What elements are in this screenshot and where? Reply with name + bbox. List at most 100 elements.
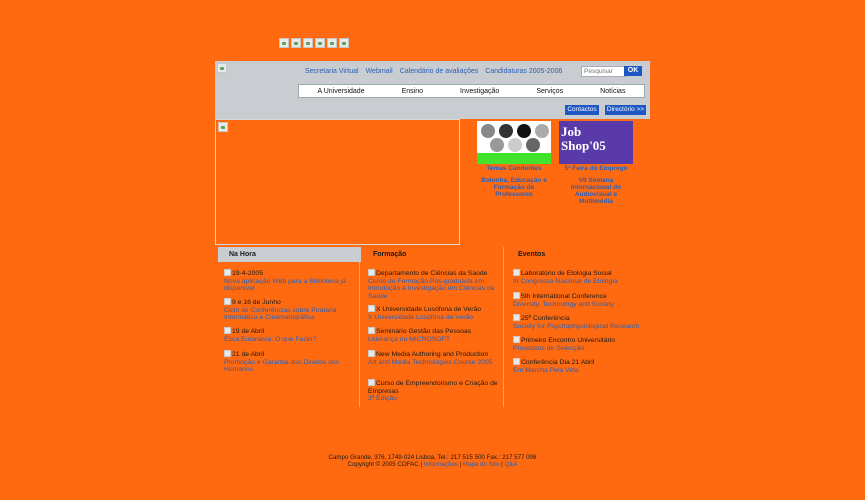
broken-image-icon[interactable] — [339, 38, 349, 48]
news-title: Conferência Dia 21 Abril — [521, 359, 595, 366]
decor-dot — [481, 124, 495, 138]
news-link[interactable]: Ciclo de Conferências sobre Pirataria In… — [224, 307, 354, 322]
bullet-icon — [513, 292, 520, 299]
broken-image-icon[interactable] — [315, 38, 325, 48]
bullet-icon — [513, 358, 520, 365]
news-link[interactable]: Processos de Selecção — [513, 345, 643, 353]
link-webmail[interactable]: Webmail — [366, 68, 393, 75]
link-calendario[interactable]: Calendário de avaliações — [400, 68, 479, 75]
news-link[interactable]: III Congresso Nacional de Etologia — [513, 278, 643, 286]
footer-copyright-line: Copyright © 2005 COFAC | Informações | M… — [347, 461, 518, 468]
decor-dot — [517, 124, 531, 138]
job-shop-image-text: Shop'05 — [561, 138, 606, 153]
search-ok-button[interactable]: OK — [624, 66, 642, 76]
footer-link-informacoes[interactable]: Informações — [424, 461, 458, 468]
decor-dot — [526, 138, 540, 152]
job-shop-image-text: Job — [561, 124, 582, 139]
bullet-icon — [513, 269, 520, 276]
column-formacao: Formação Departamento de Ciências da Saú… — [362, 247, 505, 402]
promo-title[interactable]: Temas Candentes — [477, 165, 551, 172]
news-title: Seminário Gestão das Pessoas — [376, 328, 472, 335]
column-na-hora: Na Hora 19-4-2005 Nova aplicação Web par… — [218, 247, 361, 373]
decor-green-bar — [477, 153, 551, 164]
news-title: Laboratório de Etologia Social — [521, 270, 612, 277]
footer-link-mapa[interactable]: Mapa do Site — [463, 461, 499, 468]
bullet-icon — [368, 350, 375, 357]
contactos-button[interactable]: Contactos — [565, 105, 599, 115]
news-link[interactable]: Ética Eutanásia: O que Fazer? — [224, 336, 354, 344]
news-title: New Media Authoring and Production — [376, 351, 489, 358]
broken-image-icon[interactable] — [279, 38, 289, 48]
news-link[interactable]: X Universidade Lusófona de Verão — [368, 314, 498, 322]
bullet-icon — [368, 269, 375, 276]
job-shop-image[interactable]: Job Shop'05 — [559, 121, 633, 164]
nav-universidade[interactable]: A Universidade — [318, 88, 365, 95]
news-item[interactable]: New Media Authoring and Production Art a… — [368, 350, 498, 366]
news-item[interactable]: 19 de Abril Ética Eutanásia: O que Fazer… — [224, 327, 354, 343]
news-title: 5th International Conference — [521, 293, 607, 300]
bullet-icon — [224, 350, 231, 357]
column-heading: Formação — [373, 251, 407, 258]
top-image-strip — [279, 38, 349, 48]
news-link[interactable]: Curso de Formação Pós-graduada em Introd… — [368, 278, 498, 301]
promo-text[interactable]: VII Semana Internacional do Audiovisual … — [571, 177, 621, 205]
news-title: Primeiro Encontro Universitário — [521, 337, 616, 344]
nav-noticias[interactable]: Notícias — [600, 88, 625, 95]
broken-image-icon[interactable] — [327, 38, 337, 48]
news-title: 19-4-2005 — [232, 270, 263, 277]
bullet-icon — [224, 269, 231, 276]
news-item[interactable]: Seminário Gestão das Pessoas Liderança n… — [368, 327, 498, 343]
news-title: 25ª Conferência — [521, 315, 570, 322]
news-link[interactable]: Diversity, Technology and Society — [513, 301, 643, 309]
news-item[interactable]: 5th International Conference Diversity, … — [513, 292, 643, 308]
news-item[interactable]: Conferência Dia 21 Abril Em Marcha Pela … — [513, 358, 643, 374]
decor-dot — [508, 138, 522, 152]
nav-ensino[interactable]: Ensino — [402, 88, 423, 95]
main-nav: A Universidade Ensino Investigação Servi… — [298, 84, 645, 98]
news-item[interactable]: 19-4-2005 Nova aplicação Web para a Bibl… — [224, 269, 354, 293]
column-heading: Na Hora — [218, 247, 361, 262]
broken-image-icon[interactable] — [291, 38, 301, 48]
news-link[interactable]: Society for Psychophysiological Research — [513, 323, 643, 331]
decor-dot — [535, 124, 549, 138]
footer-address: Campo Grande, 376, 1749-024 Lisboa, Tel.… — [328, 454, 537, 461]
promo-text[interactable]: Bolonha, Educação e Formação de Professo… — [481, 177, 547, 198]
banner-broken-image-icon[interactable] — [218, 122, 228, 132]
news-item[interactable]: 25ª Conferência Society for Psychophysio… — [513, 314, 643, 330]
promo-job-shop[interactable]: Job Shop'05 5ª Feira do Emprego VII Sema… — [559, 121, 633, 205]
nav-servicos[interactable]: Serviços — [536, 88, 563, 95]
news-item[interactable]: X Universidade Lusófona de Verão X Unive… — [368, 305, 498, 321]
footer-link-qa[interactable]: Q&A — [504, 461, 517, 468]
bullet-icon — [224, 298, 231, 305]
directorio-button[interactable]: Directório >> — [605, 105, 646, 115]
news-item[interactable]: Laboratório de Etologia Social III Congr… — [513, 269, 643, 285]
news-title: Departamento de Ciências da Saúde — [376, 270, 488, 277]
logo-broken-image-icon[interactable] — [217, 63, 227, 73]
news-item[interactable]: Primeiro Encontro Universitário Processo… — [513, 336, 643, 352]
decor-dot — [499, 124, 513, 138]
broken-image-icon[interactable] — [303, 38, 313, 48]
news-link[interactable]: Em Marcha Pela Vida — [513, 367, 643, 375]
news-item[interactable]: Curso de Empreendorismo e Criação de Emp… — [368, 379, 498, 403]
link-candidaturas[interactable]: Candidaturas 2005-2006 — [485, 68, 562, 75]
nav-investigacao[interactable]: Investigação — [460, 88, 499, 95]
search-input[interactable] — [581, 66, 627, 77]
column-divider — [503, 247, 504, 407]
news-link[interactable]: 3ª Edição — [368, 395, 498, 403]
temas-image[interactable] — [477, 121, 551, 164]
news-item[interactable]: Departamento de Ciências da Saúde Curso … — [368, 269, 498, 300]
promo-temas-candentes[interactable]: Temas Candentes Bolonha, Educação e Form… — [477, 121, 551, 198]
bullet-icon — [368, 305, 375, 312]
link-secretaria-virtual[interactable]: Secretaria Virtual — [305, 68, 359, 75]
news-title: Curso de Empreendorismo e Criação de Emp… — [368, 380, 498, 395]
news-item[interactable]: 9 e 16 de Junho Ciclo de Conferências so… — [224, 298, 354, 322]
news-item[interactable]: 21 de Abril Promoção e Garantia dos Dire… — [224, 350, 354, 374]
news-link[interactable]: Nova aplicação Web para a Biblioteca já … — [224, 278, 354, 293]
news-link[interactable]: Art and Media Technologies Course 2005 — [368, 359, 498, 367]
news-link[interactable]: Liderança na MICROSOFT — [368, 336, 498, 344]
column-heading: Eventos — [518, 251, 546, 258]
news-title: 9 e 16 de Junho — [232, 299, 281, 306]
news-link[interactable]: Promoção e Garantia dos Direitos dos Hum… — [224, 359, 354, 374]
bullet-icon — [513, 314, 520, 321]
promo-title[interactable]: 5ª Feira do Emprego — [559, 165, 633, 172]
